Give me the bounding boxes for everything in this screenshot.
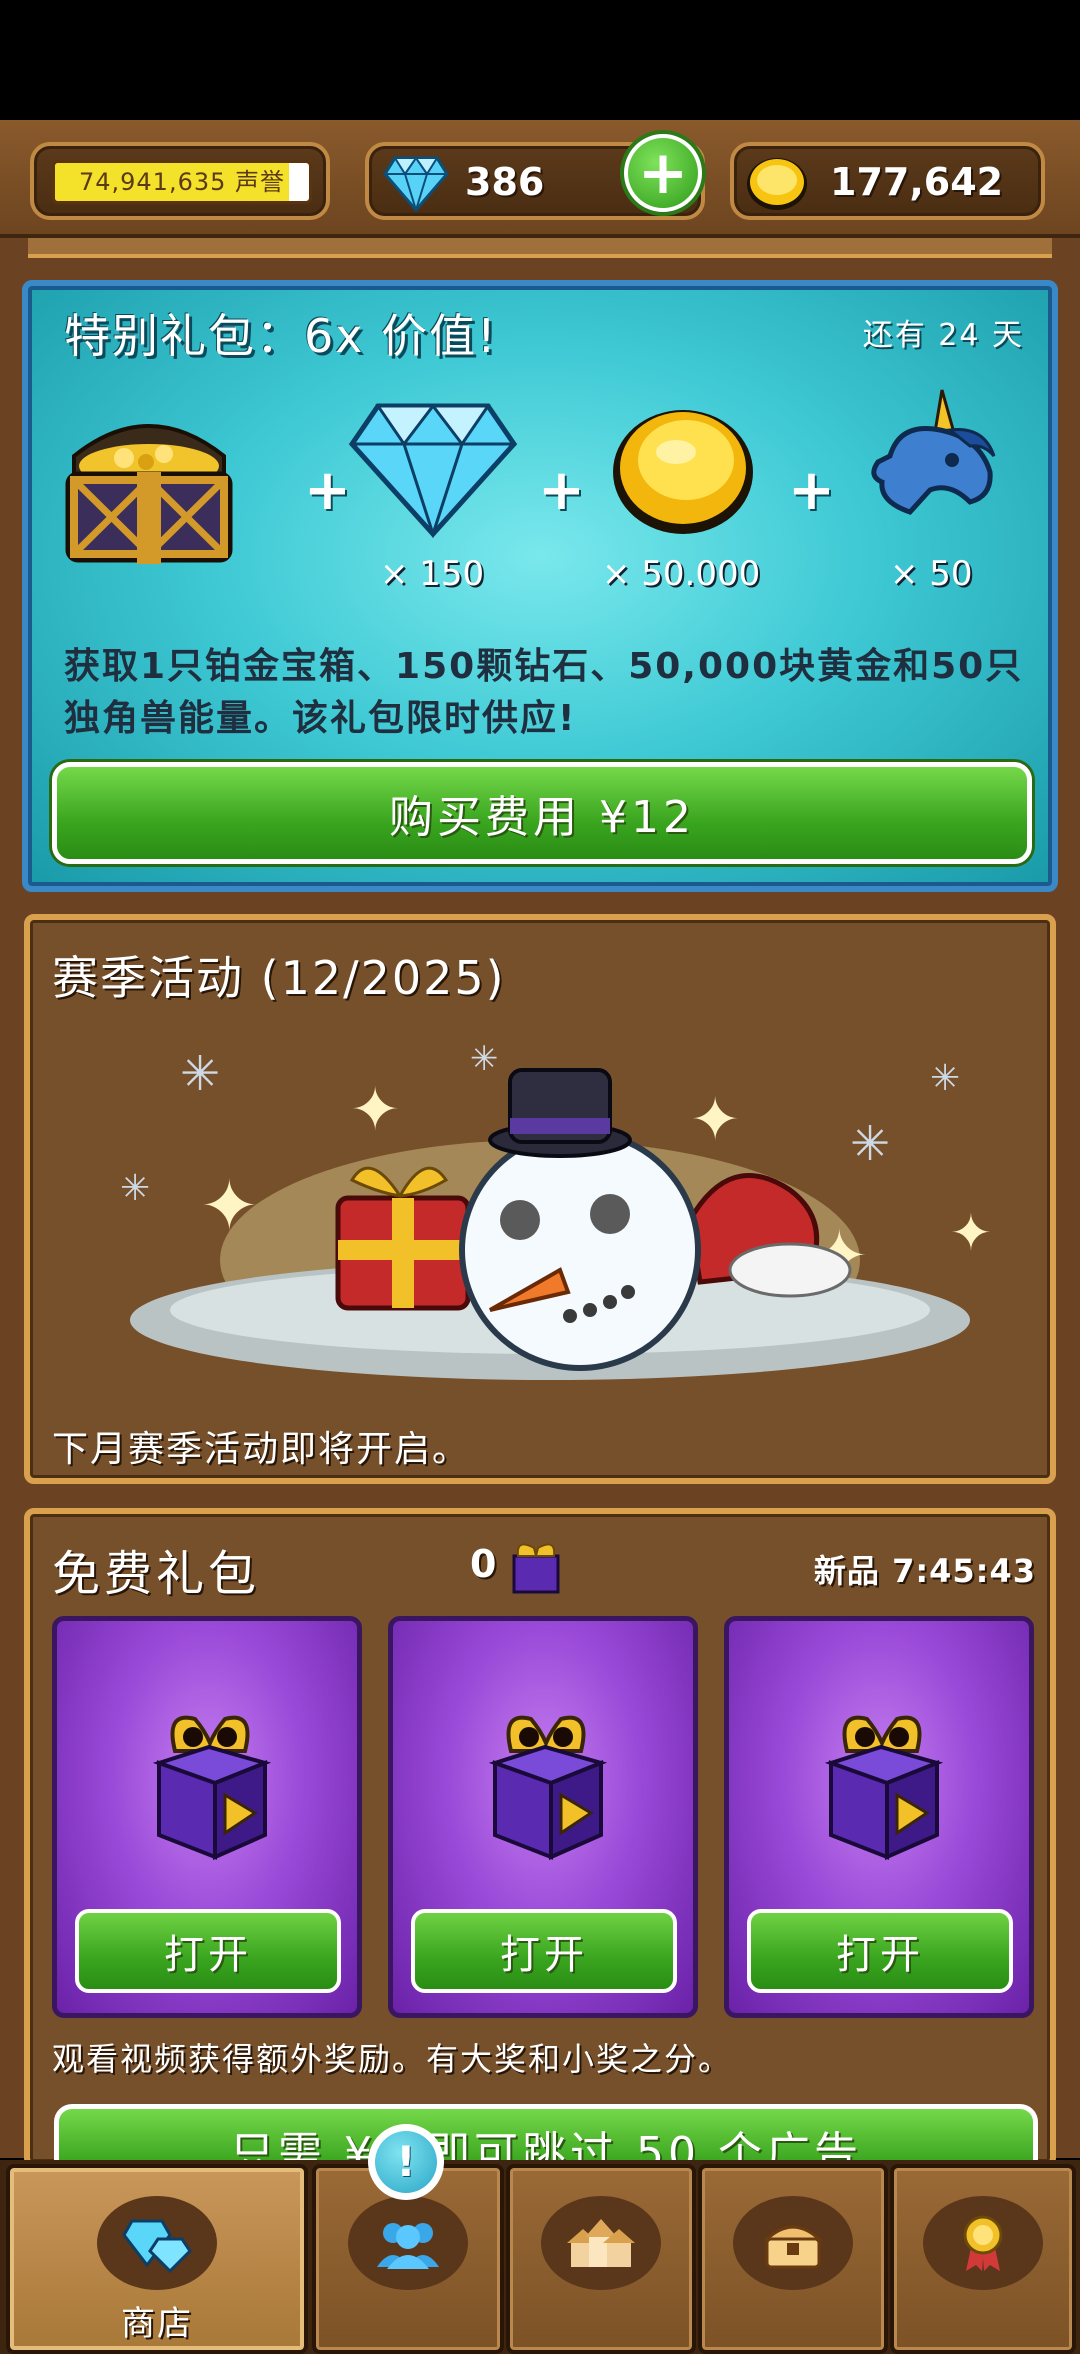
reputation-value: 74,941,635 <box>78 168 227 196</box>
buildings-icon <box>541 2196 661 2290</box>
special-offer-title: 特别礼包：6x 价值! <box>64 309 498 363</box>
gems-value: 386 <box>465 160 545 204</box>
svg-text:✦: ✦ <box>950 1204 990 1262</box>
special-offer-description: 获取1只铂金宝箱、150颗钻石、50,000块黄金和50只独角兽能量。该礼包限时… <box>64 646 1024 739</box>
plus-icon: + <box>628 138 698 208</box>
svg-text:✦: ✦ <box>200 1165 259 1247</box>
open-gift-button[interactable]: 打开 <box>747 1909 1013 1993</box>
free-gift-card[interactable]: 打开 <box>52 1616 362 2018</box>
special-offer-panel: 特别礼包：6x 价值! 还有 24 天 + × 150 + × 50.000 +… <box>22 280 1058 892</box>
gold-coin-icon <box>744 154 810 216</box>
treasure-chest-icon <box>54 396 244 580</box>
friends-icon <box>348 2196 468 2290</box>
plus-sign: + <box>304 458 351 523</box>
alert-icon: ! <box>375 2131 437 2193</box>
tab-buildings[interactable] <box>506 2164 696 2354</box>
achievements-icon <box>923 2196 1043 2290</box>
free-gift-card[interactable]: 打开 <box>724 1616 1034 2018</box>
tab-chest[interactable] <box>698 2164 888 2354</box>
reputation-bar: 74,941,635 声誉 <box>52 160 312 204</box>
svg-text:✦: ✦ <box>690 1085 740 1155</box>
svg-text:✳: ✳ <box>470 1039 499 1079</box>
chest-icon <box>733 2196 853 2290</box>
owl-gift-box-icon <box>145 1691 275 1865</box>
open-gift-button[interactable]: 打开 <box>411 1909 677 1993</box>
svg-text:✦: ✦ <box>350 1075 400 1145</box>
free-gifts-panel: 免费礼包 0 新品 7:45:43 打开 打开 打开 观看视频获得额外奖励。有大… <box>24 1508 1056 2204</box>
plus-sign: + <box>538 458 585 523</box>
season-description: 下月赛季活动即将开启。 <box>52 1429 471 1470</box>
unicorn-icon <box>860 386 1010 540</box>
new-gift-timer: 新品 7:45:43 <box>813 1552 1036 1590</box>
snowman-illustration: ✳✳✳✳✳ ✦✦✦✦✦ <box>90 1020 992 1404</box>
free-gifts-title: 免费礼包 <box>52 1546 261 1602</box>
reputation-meter[interactable]: 74,941,635 声誉 <box>30 142 330 220</box>
buy-offer-button[interactable]: 购买费用 ¥12 <box>52 762 1032 864</box>
svg-text:✳: ✳ <box>930 1058 960 1099</box>
bottom-nav: 商店 <box>0 2160 1080 2354</box>
season-title: 赛季活动 (12/2025) <box>52 951 506 1005</box>
gold-coin-icon <box>608 398 758 542</box>
open-gift-button[interactable]: 打开 <box>75 1909 341 1993</box>
unicorn-qty: × 50 <box>890 554 973 594</box>
tab-shop-label: 商店 <box>121 2304 193 2344</box>
panel-divider <box>28 238 1052 258</box>
gift-box-icon <box>508 1534 564 1600</box>
diamond-icon <box>348 398 518 542</box>
owl-gift-box-icon <box>481 1691 611 1865</box>
svg-text:✳: ✳ <box>120 1168 150 1209</box>
svg-text:✳: ✳ <box>180 1046 220 1102</box>
gold-value: 177,642 <box>830 160 1004 204</box>
days-left-label: 还有 24 天 <box>862 318 1024 353</box>
shop-icon <box>97 2196 217 2290</box>
free-gifts-description: 观看视频获得额外奖励。有大奖和小奖之分。 <box>52 2040 733 2078</box>
diamond-icon <box>383 154 449 216</box>
notification-badge[interactable]: ! <box>368 2124 444 2200</box>
gift-count: 0 <box>470 1542 497 1586</box>
svg-text:✳: ✳ <box>850 1116 890 1172</box>
reputation-label: 声誉 <box>235 168 286 196</box>
add-gems-button[interactable]: + <box>620 130 706 216</box>
gold-qty: × 50.000 <box>602 554 761 594</box>
resource-bar: 74,941,635 声誉 386 177,642 <box>0 120 1080 238</box>
free-gift-card[interactable]: 打开 <box>388 1616 698 2018</box>
gold-counter[interactable]: 177,642 <box>730 142 1045 220</box>
diamond-qty: × 150 <box>380 554 485 594</box>
plus-sign: + <box>788 458 835 523</box>
season-event-panel: 赛季活动 (12/2025) ✳✳✳✳✳ ✦✦✦✦✦ 下月赛季活动即将开启。 <box>24 914 1056 1484</box>
status-bar <box>0 0 1080 120</box>
tab-shop[interactable]: 商店 <box>6 2164 308 2354</box>
owl-gift-box-icon <box>817 1691 947 1865</box>
tab-achievements[interactable] <box>890 2164 1076 2354</box>
